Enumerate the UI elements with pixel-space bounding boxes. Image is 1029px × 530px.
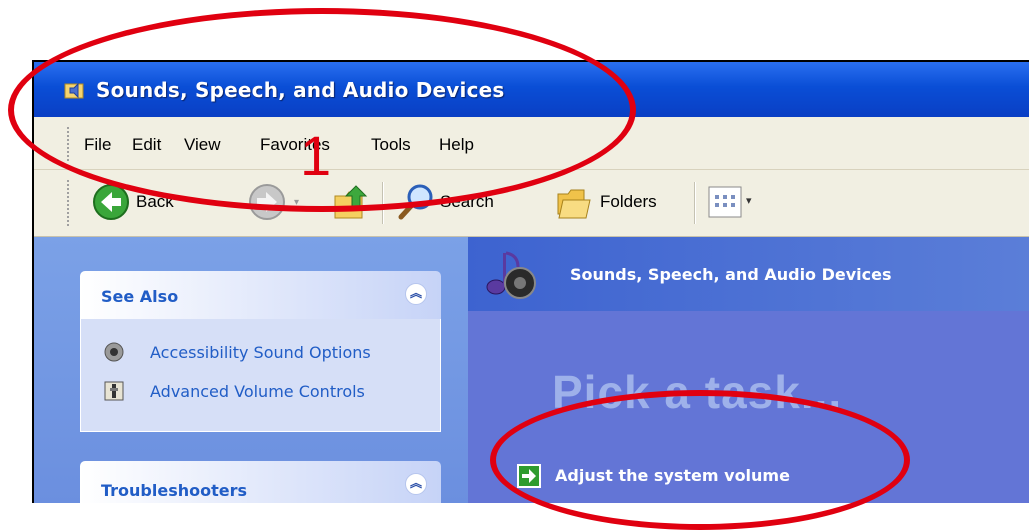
menu-help[interactable]: Help	[439, 135, 474, 155]
green-arrow-icon	[517, 464, 541, 488]
forward-button[interactable]: ▾	[248, 183, 318, 223]
views-button[interactable]: ▾	[708, 186, 778, 222]
search-button[interactable]: Search	[396, 182, 536, 224]
pick-a-task-heading: Pick a task...	[552, 366, 843, 418]
task-label: Adjust the system volume	[555, 466, 790, 485]
see-also-header[interactable]: See Also ︽	[80, 271, 441, 319]
search-icon	[398, 184, 433, 220]
toolbar-separator-2	[694, 182, 696, 224]
see-also-box: See Also ︽ Accessibility Sound Options A…	[80, 271, 441, 432]
content-area: See Also ︽ Accessibility Sound Options A…	[34, 237, 1029, 503]
back-dropdown-icon: ▾	[205, 197, 211, 208]
speaker-icon	[104, 342, 124, 362]
menu-view[interactable]: View	[184, 135, 221, 155]
menu-bar: File Edit View Favorites Tools Help	[34, 117, 1029, 170]
task-pane: See Also ︽ Accessibility Sound Options A…	[34, 237, 468, 503]
back-label: Back	[136, 192, 174, 211]
collapse-chevron-icon[interactable]: ︽	[405, 283, 427, 305]
see-also-link-accessibility[interactable]: Accessibility Sound Options	[150, 343, 371, 362]
troubleshooters-box: Troubleshooters ︽	[80, 461, 441, 503]
folders-icon	[557, 189, 591, 219]
views-dropdown-icon: ▾	[746, 194, 752, 207]
main-pane: Sounds, Speech, and Audio Devices Pick a…	[468, 237, 1029, 503]
window-title: Sounds, Speech, and Audio Devices	[96, 78, 505, 102]
back-button[interactable]: Back ▾	[92, 183, 242, 223]
forward-arrow-icon	[249, 184, 285, 220]
menu-grip[interactable]	[67, 127, 71, 161]
folder-speaker-icon	[64, 82, 84, 99]
troubleshooters-header[interactable]: Troubleshooters ︽	[80, 461, 441, 503]
toolbar-grip[interactable]	[67, 180, 71, 226]
views-grid-icon	[708, 186, 742, 218]
explorer-window: Sounds, Speech, and Audio Devices File E…	[32, 60, 1029, 503]
folders-label: Folders	[600, 192, 657, 211]
search-label: Search	[440, 192, 494, 211]
menu-edit[interactable]: Edit	[132, 135, 161, 155]
troubleshooters-title: Troubleshooters	[101, 481, 248, 500]
toolbar: Back ▾ ▾ Search Folders ▾	[34, 170, 1029, 237]
title-bar[interactable]: Sounds, Speech, and Audio Devices	[34, 62, 1029, 117]
see-also-link-advanced-volume[interactable]: Advanced Volume Controls	[150, 382, 365, 401]
back-arrow-icon	[93, 184, 129, 220]
category-header: Sounds, Speech, and Audio Devices	[468, 237, 1029, 311]
forward-dropdown-icon: ▾	[294, 197, 300, 208]
category-title: Sounds, Speech, and Audio Devices	[570, 265, 892, 284]
see-also-title: See Also	[101, 287, 179, 306]
menu-tools[interactable]: Tools	[371, 135, 411, 155]
music-note-speaker-icon	[486, 251, 536, 299]
volume-control-icon	[104, 381, 124, 401]
up-folder-icon[interactable]	[332, 182, 372, 222]
see-also-body: Accessibility Sound Options Advanced Vol…	[80, 319, 441, 432]
folders-button[interactable]: Folders	[554, 182, 684, 224]
menu-file[interactable]: File	[84, 135, 111, 155]
collapse-chevron-icon[interactable]: ︽	[405, 473, 427, 495]
annotation-number: 1	[300, 124, 332, 187]
toolbar-separator	[382, 182, 384, 224]
